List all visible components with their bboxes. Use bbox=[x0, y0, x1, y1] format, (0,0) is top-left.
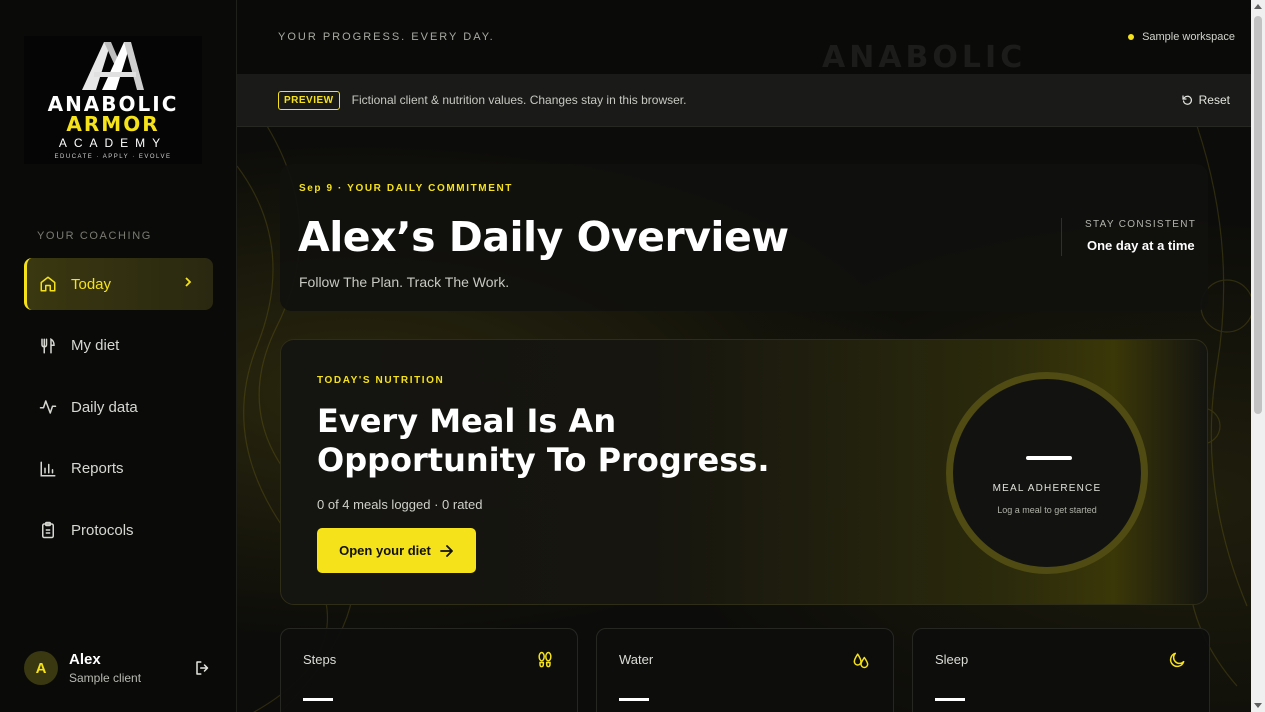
stat-value-placeholder bbox=[303, 698, 333, 701]
reset-label: Reset bbox=[1198, 93, 1230, 107]
meal-adherence-label: MEAL ADHERENCE bbox=[992, 483, 1102, 494]
scroll-thumb[interactable] bbox=[1254, 16, 1262, 414]
nav-item-label: Reports bbox=[71, 460, 124, 477]
logo-mark-icon bbox=[82, 42, 144, 90]
overview-subtitle: Follow The Plan. Track The Work. bbox=[299, 274, 510, 290]
reset-icon bbox=[1182, 95, 1192, 105]
top-bar: YOUR PROGRESS. EVERY DAY. ANABOLIC Sampl… bbox=[237, 0, 1251, 75]
water-card[interactable]: Water bbox=[596, 628, 894, 712]
workspace-indicator[interactable]: Sample workspace bbox=[1128, 31, 1235, 43]
open-diet-label: Open your diet bbox=[339, 543, 431, 558]
status-dot-icon bbox=[1128, 34, 1135, 40]
meals-logged-status: 0 of 4 meals logged · 0 rated bbox=[317, 497, 483, 512]
steps-card[interactable]: Steps bbox=[280, 628, 578, 712]
meal-adherence-hint: Log a meal to get started bbox=[997, 505, 1097, 515]
nav-item-reports[interactable]: Reports bbox=[24, 443, 213, 495]
scroll-up-arrow-icon[interactable] bbox=[1254, 4, 1262, 9]
tagline: YOUR PROGRESS. EVERY DAY. bbox=[278, 31, 495, 43]
user-panel: A Alex Sample client bbox=[24, 648, 214, 688]
meal-adherence-ring: MEAL ADHERENCE Log a meal to get started bbox=[946, 372, 1148, 574]
stay-consistent-value: One day at a time bbox=[1087, 238, 1195, 253]
main-nav: Today My diet Daily data Reports Protoco… bbox=[24, 258, 213, 566]
workspace-label: Sample workspace bbox=[1142, 31, 1235, 43]
sleep-card[interactable]: Sleep bbox=[912, 628, 1210, 712]
overview-date: Sep 9 · YOUR DAILY COMMITMENT bbox=[299, 183, 514, 194]
preview-banner: PREVIEW Fictional client & nutrition val… bbox=[237, 74, 1251, 127]
arrow-right-icon bbox=[439, 544, 453, 557]
nutrition-title: Every Meal Is An Opportunity To Progress… bbox=[317, 402, 770, 479]
adherence-value-placeholder bbox=[1026, 456, 1072, 460]
clipboard-icon bbox=[38, 520, 58, 540]
open-diet-button[interactable]: Open your diet bbox=[317, 528, 476, 573]
footprints-icon bbox=[538, 651, 552, 668]
logo-text-academy: ACADEMY bbox=[58, 136, 168, 150]
nav-item-daily-data[interactable]: Daily data bbox=[24, 381, 213, 433]
nutrition-label: TODAY'S NUTRITION bbox=[317, 375, 445, 386]
brand-logo[interactable]: ANABOLIC ARMOR ACADEMY EDUCATE · APPLY ·… bbox=[24, 36, 202, 164]
logout-icon bbox=[196, 661, 209, 675]
brand-watermark: ANABOLIC bbox=[822, 40, 1027, 75]
activity-icon bbox=[38, 397, 58, 417]
sidebar: ANABOLIC ARMOR ACADEMY EDUCATE · APPLY ·… bbox=[0, 0, 237, 712]
avatar[interactable]: A bbox=[24, 651, 58, 685]
stat-label: Water bbox=[619, 652, 654, 667]
nav-item-label: Daily data bbox=[71, 398, 138, 416]
logo-motto: EDUCATE · APPLY · EVOLVE bbox=[54, 154, 172, 160]
preview-notice: Fictional client & nutrition values. Cha… bbox=[351, 93, 687, 107]
nutrition-card: TODAY'S NUTRITION Every Meal Is An Oppor… bbox=[280, 339, 1208, 605]
stat-label: Sleep bbox=[935, 652, 969, 667]
user-role: Sample client bbox=[69, 671, 142, 685]
main-content: YOUR PROGRESS. EVERY DAY. ANABOLIC Sampl… bbox=[237, 0, 1251, 712]
chevron-right-icon bbox=[183, 275, 203, 293]
home-icon bbox=[38, 274, 58, 294]
daily-overview-card: Sep 9 · YOUR DAILY COMMITMENT Alex’s Dai… bbox=[280, 164, 1208, 311]
stay-consistent-label: STAY CONSISTENT bbox=[1085, 219, 1197, 230]
nav-item-my-diet[interactable]: My diet bbox=[24, 320, 213, 372]
bar-chart-icon bbox=[38, 459, 58, 479]
droplets-icon bbox=[853, 653, 869, 669]
divider bbox=[1061, 218, 1062, 256]
utensils-icon bbox=[38, 336, 58, 356]
page-scrollbar[interactable] bbox=[1251, 0, 1265, 712]
stat-label: Steps bbox=[303, 652, 337, 667]
stat-value-placeholder bbox=[619, 698, 649, 701]
logout-button[interactable] bbox=[192, 657, 214, 679]
logo-text-armor: ARMOR bbox=[66, 112, 160, 136]
moon-icon bbox=[1169, 652, 1185, 668]
user-info: Alex Sample client bbox=[69, 651, 192, 685]
preview-badge: PREVIEW bbox=[278, 90, 340, 110]
page-title: Alex’s Daily Overview bbox=[298, 213, 789, 261]
nav-item-protocols[interactable]: Protocols bbox=[24, 504, 213, 556]
user-name: Alex bbox=[69, 651, 101, 668]
nav-item-today[interactable]: Today bbox=[24, 258, 213, 310]
scroll-down-arrow-icon[interactable] bbox=[1254, 703, 1262, 708]
nav-item-label: Today bbox=[71, 275, 112, 293]
nav-item-label: My diet bbox=[71, 337, 120, 354]
nav-section-label: YOUR COACHING bbox=[37, 230, 152, 242]
stat-value-placeholder bbox=[935, 698, 965, 701]
logo-text-anabolic: ANABOLIC bbox=[47, 92, 179, 116]
nav-item-label: Protocols bbox=[71, 521, 134, 539]
reset-button[interactable]: Reset bbox=[1181, 93, 1230, 107]
